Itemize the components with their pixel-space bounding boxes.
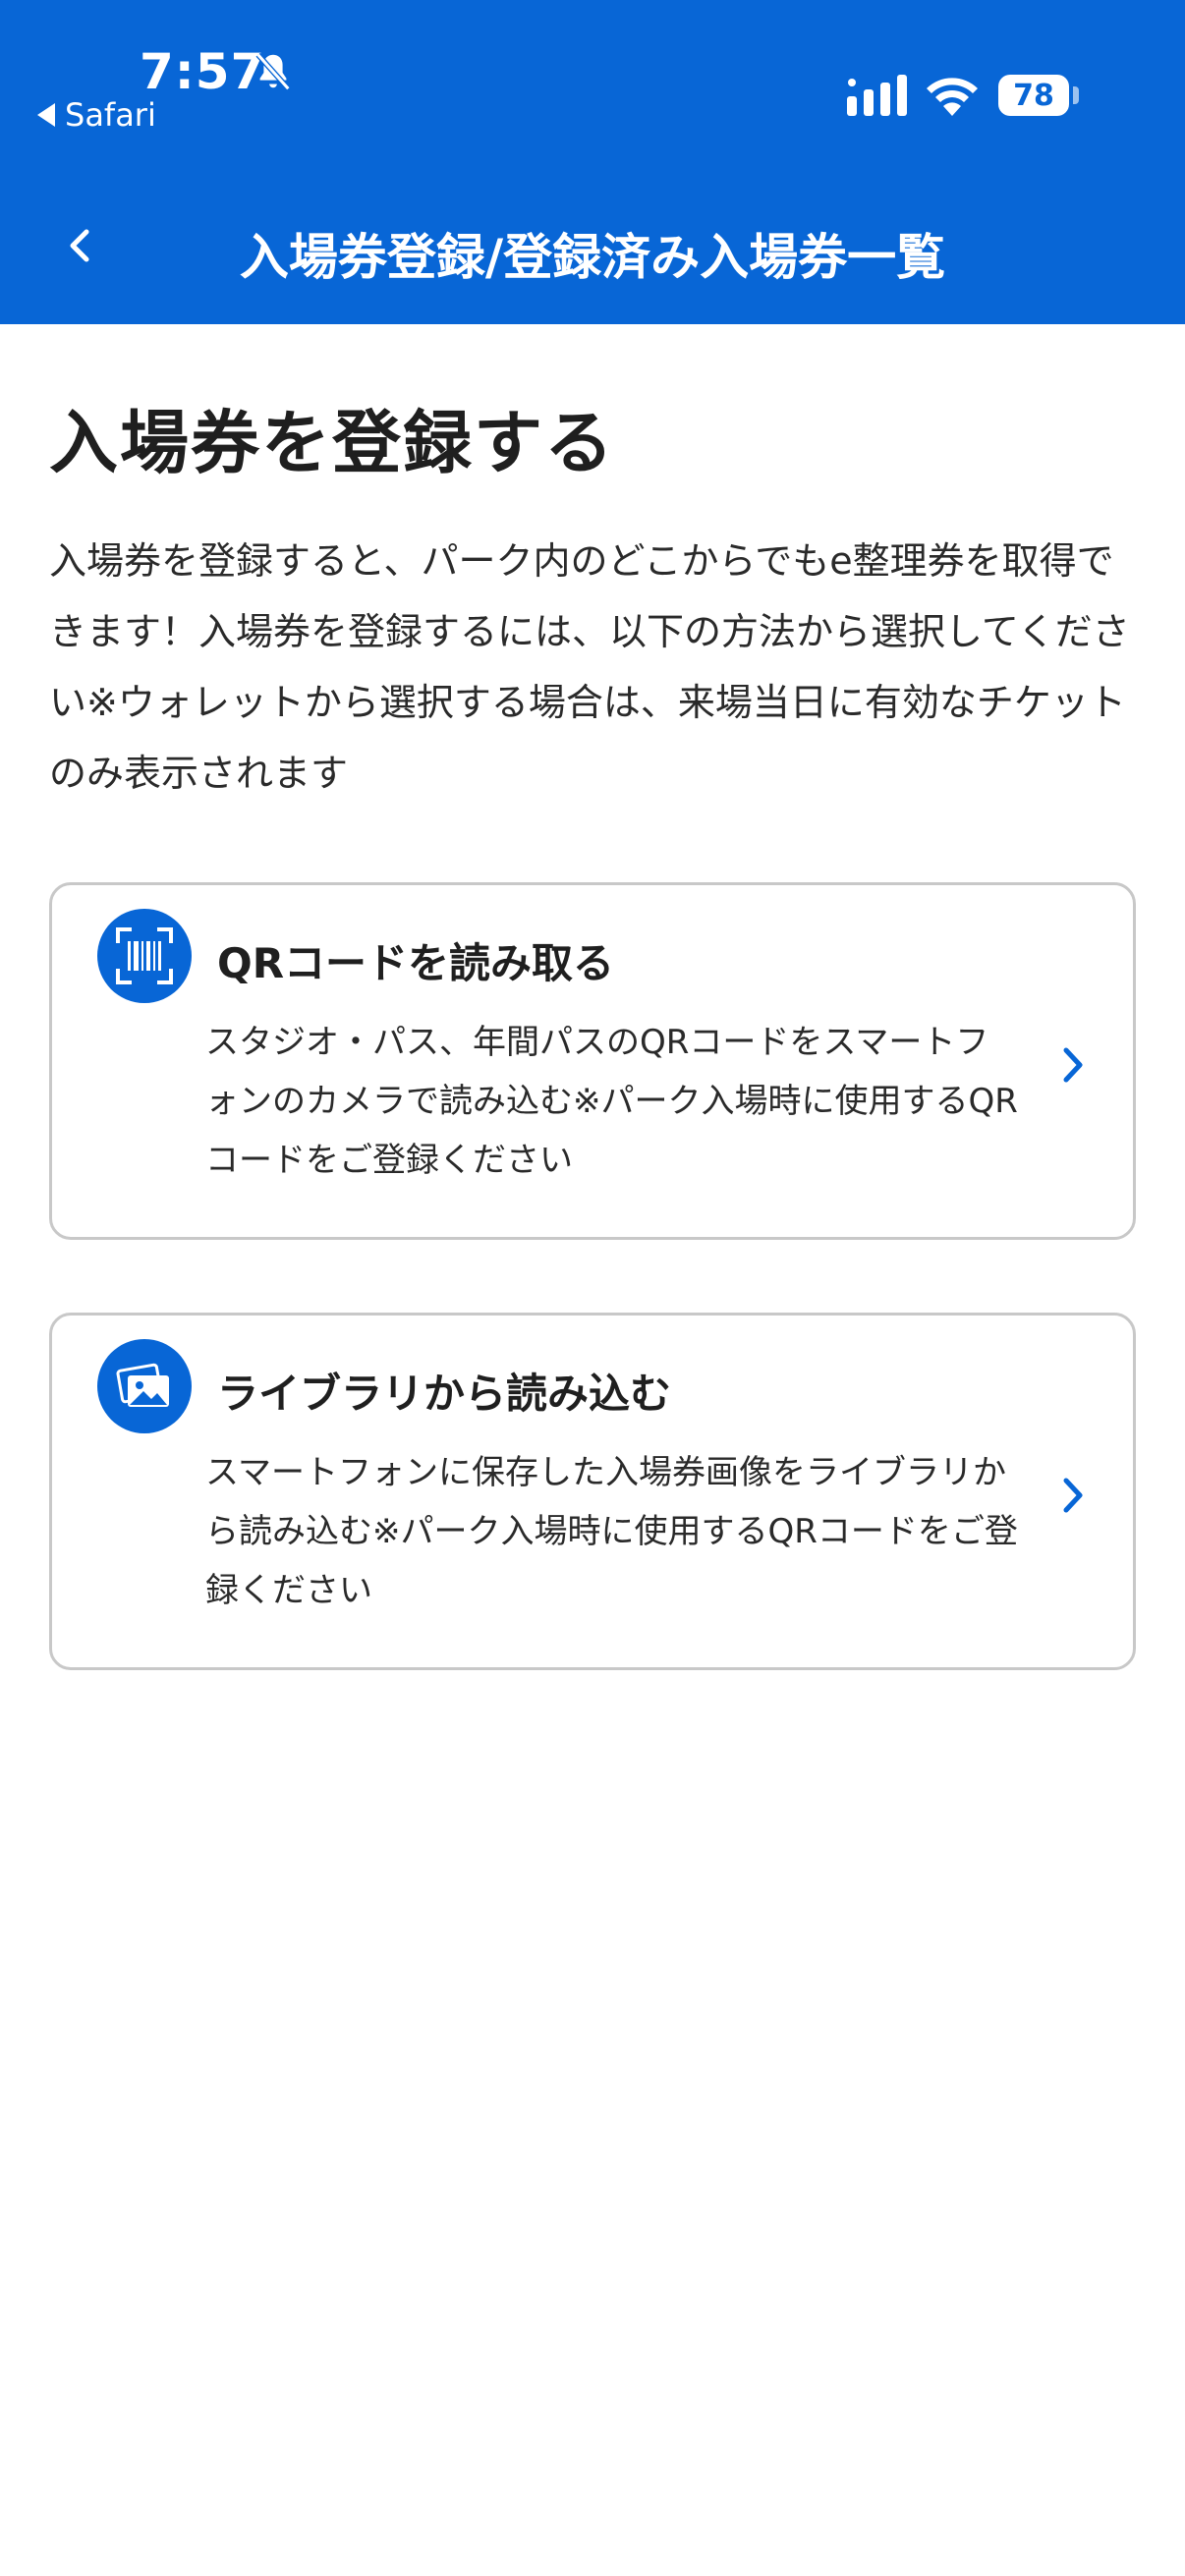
photo-library-icon	[97, 1339, 192, 1433]
qr-scan-option-card[interactable]: QRコードを読み取る スタジオ・パス、年間パスのQRコードをスマートフォンのカメ…	[49, 882, 1136, 1240]
library-option-card[interactable]: ライブラリから読み込む スマートフォンに保存した入場券画像をライブラリから読み込…	[49, 1313, 1136, 1670]
chevron-right-icon	[1063, 1047, 1083, 1083]
back-triangle-icon	[37, 103, 55, 127]
battery-level: 78	[1013, 78, 1054, 113]
back-to-safari-link[interactable]: Safari	[37, 96, 156, 134]
chevron-right-icon	[1063, 1478, 1083, 1513]
page-title: 入場券を登録する	[49, 403, 615, 483]
wifi-icon	[927, 78, 978, 116]
back-app-label: Safari	[65, 96, 156, 134]
battery-icon: 78	[998, 75, 1069, 116]
option-title: QRコードを読み取る	[217, 939, 615, 987]
app-header: 7:57 Safari 78 入場券登録/登録済み入場券一覧	[0, 0, 1185, 324]
option-title: ライブラリから読み込む	[217, 1370, 672, 1418]
bell-slash-icon	[255, 52, 291, 91]
status-time: 7:57	[140, 43, 266, 100]
option-description: スマートフォンに保存した入場券画像をライブラリから読み込む※パーク入場時に使用す…	[205, 1453, 1018, 1610]
qr-scan-icon	[97, 909, 192, 1003]
battery-tip	[1073, 86, 1079, 104]
option-description: スタジオ・パス、年間パスのQRコードをスマートフォンのカメラで読み込む※パーク入…	[205, 1023, 1018, 1180]
intro-text: 入場券を登録すると、パーク内のどこからでもe整理券を取得できます！入場券を登録す…	[49, 539, 1130, 795]
nav-title: 入場券登録/登録済み入場券一覧	[239, 229, 946, 286]
signal-icon	[847, 75, 907, 116]
